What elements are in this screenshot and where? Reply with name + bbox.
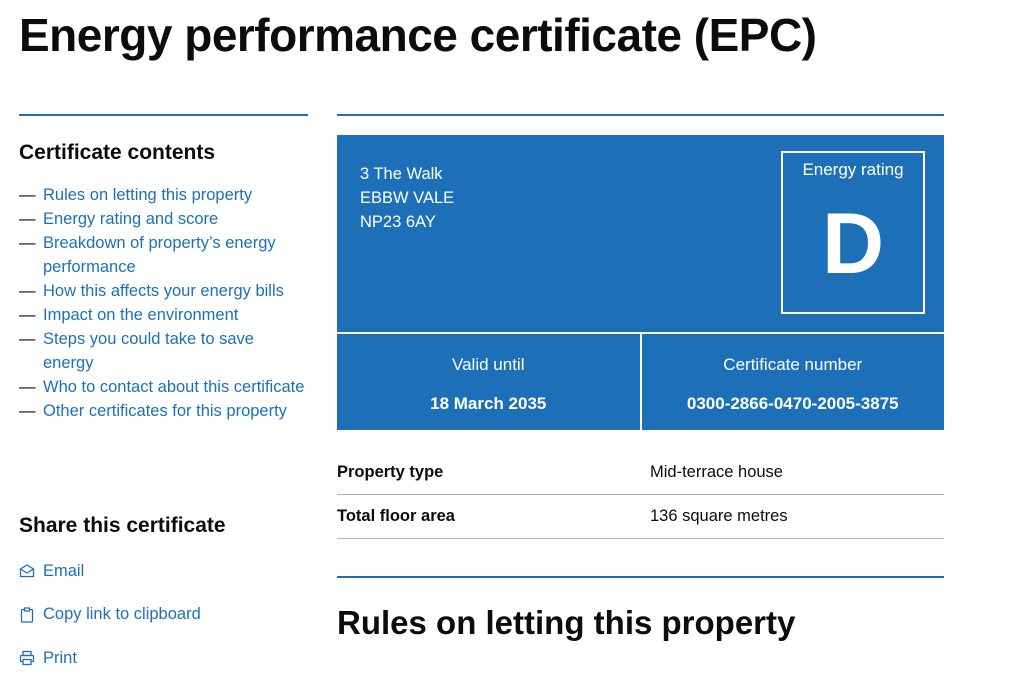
share-email-link[interactable]: Email bbox=[43, 562, 84, 581]
address-line-2: EBBW VALE bbox=[360, 189, 455, 207]
contents-item: — Other certificates for this property bbox=[19, 402, 287, 420]
section-heading: Rules on letting this property bbox=[337, 604, 796, 641]
share-print: Print bbox=[19, 647, 201, 669]
epc-summary-box: 3 The Walk EBBW VALE NP23 6AY Energy rat… bbox=[337, 135, 944, 432]
copy-link-button[interactable]: Copy link to clipboard bbox=[43, 605, 201, 624]
valid-until-cell: Valid until 18 March 2035 bbox=[337, 334, 642, 432]
contents-heading: Certificate contents bbox=[19, 141, 216, 164]
section-divider bbox=[337, 576, 944, 578]
contents-item: — Steps you could take to save energy bbox=[19, 330, 254, 372]
property-address: 3 The Walk EBBW VALE NP23 6AY bbox=[360, 162, 454, 234]
contents-item: — Breakdown of property’s energy performa… bbox=[19, 234, 276, 276]
contents-link-breakdown[interactable]: Breakdown of property’s energy performan… bbox=[43, 234, 276, 276]
contents-item: — How this affects your energy bills bbox=[19, 282, 284, 300]
share-copy-link: Copy link to clipboard bbox=[19, 604, 201, 626]
summary-key: Total floor area bbox=[337, 507, 455, 525]
printer-icon bbox=[19, 650, 35, 666]
epc-details: Valid until 18 March 2035 Certificate nu… bbox=[337, 332, 944, 432]
summary-row: Total floor area 136 square metres bbox=[337, 495, 944, 539]
clipboard-icon bbox=[20, 606, 34, 623]
address-line-1: 3 The Walk bbox=[360, 165, 443, 183]
valid-until-value: 18 March 2035 bbox=[430, 394, 547, 413]
contents-item: — Rules on letting this property bbox=[19, 186, 253, 204]
contents-link-energy-rating[interactable]: Energy rating and score bbox=[43, 210, 218, 228]
certificate-number-value: 0300-2866-0470-2005-3875 bbox=[686, 394, 899, 413]
main-divider bbox=[337, 114, 944, 116]
contents-link-steps-to-save[interactable]: Steps you could take to save energy bbox=[43, 330, 254, 372]
envelope-icon bbox=[19, 564, 35, 578]
contents-link-environment[interactable]: Impact on the environment bbox=[43, 306, 238, 324]
energy-rating-label: Energy rating bbox=[802, 160, 904, 179]
energy-rating-letter: D bbox=[821, 196, 885, 292]
page-title: Energy performance certificate (EPC) bbox=[19, 9, 817, 61]
energy-rating-box: Energy rating D bbox=[781, 151, 925, 314]
sidebar-divider bbox=[19, 114, 308, 116]
contents-link-rules-on-letting[interactable]: Rules on letting this property bbox=[43, 186, 252, 204]
contents-item: — Impact on the environment bbox=[19, 306, 239, 324]
certificate-number-label: Certificate number bbox=[723, 355, 863, 374]
contents-item: — Who to contact about this certificate bbox=[19, 378, 305, 396]
contents-list: — Rules on letting this property — Energy … bbox=[19, 183, 308, 423]
contents-link-who-to-contact[interactable]: Who to contact about this certificate bbox=[43, 378, 304, 396]
share-heading: Share this certificate bbox=[19, 514, 226, 537]
share-email: Email bbox=[19, 560, 201, 582]
summary-value: 136 square metres bbox=[650, 507, 788, 525]
property-summary-list: Property type Mid-terrace house Total fl… bbox=[337, 451, 944, 539]
contents-item: — Energy rating and score bbox=[19, 210, 219, 228]
contents-link-other-certificates[interactable]: Other certificates for this property bbox=[43, 402, 287, 420]
main-content: 3 The Walk EBBW VALE NP23 6AY Energy rat… bbox=[337, 114, 944, 644]
summary-key: Property type bbox=[337, 463, 444, 481]
contents-link-energy-bills[interactable]: How this affects your energy bills bbox=[43, 282, 284, 300]
sidebar: Certificate contents — Rules on letting t… bbox=[19, 114, 308, 423]
valid-until-label: Valid until bbox=[452, 355, 525, 374]
summary-value: Mid-terrace house bbox=[650, 463, 783, 481]
share-list: Email Copy link to clipboard Print bbox=[19, 560, 201, 691]
certificate-number-cell: Certificate number 0300-2866-0470-2005-3… bbox=[642, 334, 945, 432]
summary-row: Property type Mid-terrace house bbox=[337, 451, 944, 495]
address-line-3: NP23 6AY bbox=[360, 213, 436, 231]
print-button[interactable]: Print bbox=[43, 649, 77, 668]
